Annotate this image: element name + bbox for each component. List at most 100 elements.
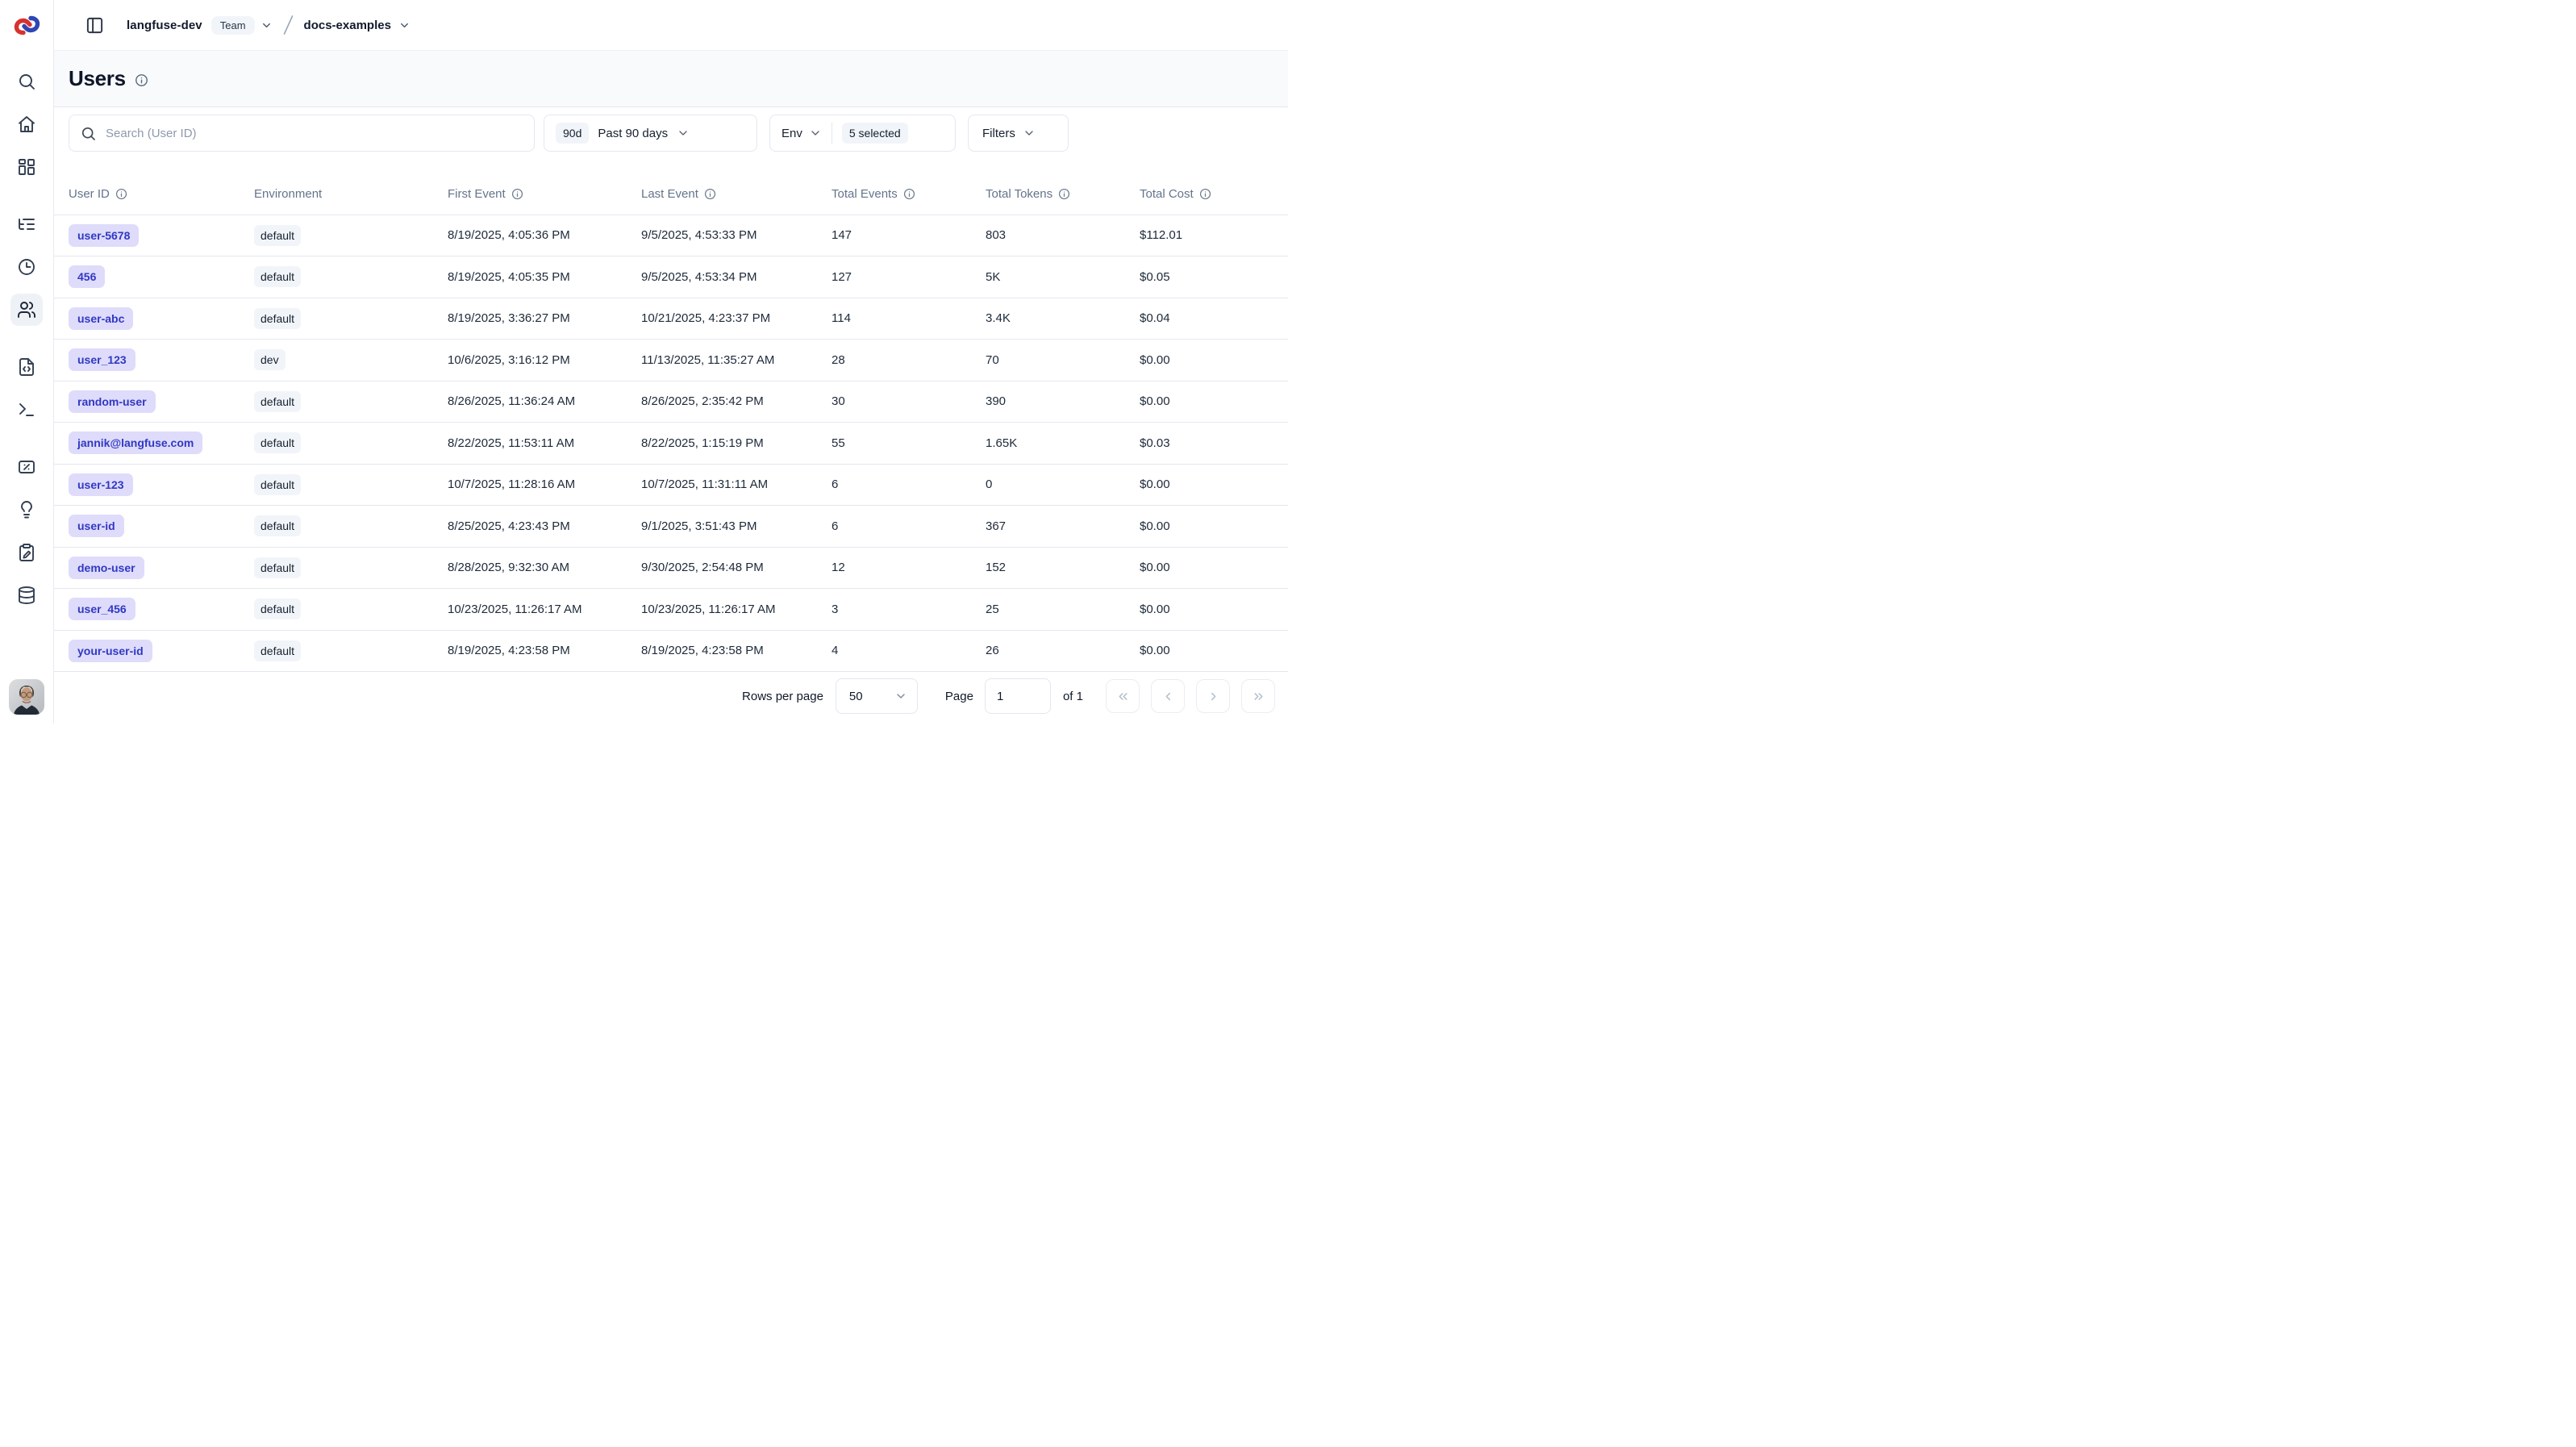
total-cost-cell: $0.00 xyxy=(1140,353,1170,367)
page-title-info-icon[interactable] xyxy=(135,73,148,87)
last-event-cell: 8/19/2025, 4:23:58 PM xyxy=(641,644,764,657)
sidebar-item-dashboards[interactable] xyxy=(10,151,43,183)
first-event-cell: 8/19/2025, 3:36:27 PM xyxy=(448,311,570,325)
environment-selected-badge: 5 selected xyxy=(842,123,908,144)
sidebar-item-users[interactable] xyxy=(10,294,43,326)
pagination-controls xyxy=(1106,679,1275,713)
total-pages-label: of 1 xyxy=(1063,690,1083,703)
environment-cell: default xyxy=(254,515,301,536)
column-header-user_id[interactable]: User ID xyxy=(54,173,254,215)
user-id-cell: random-user xyxy=(54,390,156,413)
user-id-badge[interactable]: user-123 xyxy=(69,473,133,496)
column-header-first_event[interactable]: First Event xyxy=(448,173,641,215)
user-id-cell: jannik@langfuse.com xyxy=(54,432,202,454)
user-id-badge[interactable]: 456 xyxy=(69,265,105,288)
info-icon[interactable] xyxy=(1199,188,1211,200)
filters-label: Filters xyxy=(982,127,1015,140)
environment-cell: default xyxy=(254,391,301,412)
user-id-badge[interactable]: your-user-id xyxy=(69,640,152,662)
user-id-badge[interactable]: user_123 xyxy=(69,348,135,371)
first-event-cell: 10/6/2025, 3:16:12 PM xyxy=(448,353,570,367)
user-id-badge[interactable]: jannik@langfuse.com xyxy=(69,432,202,454)
total-tokens-cell: 0 xyxy=(986,477,992,491)
user-id-cell: demo-user xyxy=(54,557,144,579)
table-row: jannik@langfuse.comdefault8/22/2025, 11:… xyxy=(54,423,1288,465)
playground-icon xyxy=(17,400,36,419)
environment-badge: default xyxy=(254,225,301,246)
search-input[interactable] xyxy=(106,127,523,140)
last-event-cell: 10/7/2025, 11:31:11 AM xyxy=(641,477,768,491)
total-cost-cell: $0.00 xyxy=(1140,561,1170,574)
column-header-last_event[interactable]: Last Event xyxy=(641,173,832,215)
total-events-cell: 12 xyxy=(832,561,845,574)
last-event-cell: 8/26/2025, 2:35:42 PM xyxy=(641,394,764,408)
previous-page-button[interactable] xyxy=(1151,679,1185,713)
sidebar-item-evaluation[interactable] xyxy=(10,494,43,526)
first-event-cell: 8/28/2025, 9:32:30 AM xyxy=(448,561,569,574)
sidebar-item-playground[interactable] xyxy=(10,394,43,426)
date-range-button[interactable]: 90d Past 90 days xyxy=(544,115,757,152)
chevron-down-icon xyxy=(894,690,907,703)
table-row: user_456default10/23/2025, 11:26:17 AM10… xyxy=(54,589,1288,631)
total-tokens-cell: 5K xyxy=(986,270,1000,284)
info-icon[interactable] xyxy=(1058,188,1070,200)
info-icon[interactable] xyxy=(704,188,716,200)
column-header-total_cost[interactable]: Total Cost xyxy=(1140,173,1288,215)
sidebar-item-annotation[interactable] xyxy=(10,536,43,569)
total-cost-cell: $0.00 xyxy=(1140,519,1170,533)
environment-filter-button[interactable]: Env 5 selected xyxy=(769,115,956,152)
environment-badge: dev xyxy=(254,349,286,370)
column-label: Last Event xyxy=(641,187,698,201)
column-header-total_tokens[interactable]: Total Tokens xyxy=(986,173,1140,215)
environment-badge: default xyxy=(254,557,301,578)
total-events-cell: 147 xyxy=(832,228,852,242)
page-input[interactable] xyxy=(985,678,1051,714)
user-id-badge[interactable]: demo-user xyxy=(69,557,144,579)
sidebar-item-prompts[interactable] xyxy=(10,351,43,383)
info-icon[interactable] xyxy=(903,188,915,200)
project-switcher-button[interactable]: docs-examples xyxy=(304,19,411,32)
first-event-cell: 8/25/2025, 4:23:43 PM xyxy=(448,519,570,533)
environment-cell: default xyxy=(254,640,301,661)
search-icon xyxy=(81,126,96,141)
filters-button[interactable]: Filters xyxy=(968,115,1069,152)
last-event-cell: 9/1/2025, 3:51:43 PM xyxy=(641,519,757,533)
sidebar-toggle-button[interactable] xyxy=(82,13,107,38)
sidebar-group xyxy=(10,208,43,326)
first-page-button[interactable] xyxy=(1106,679,1140,713)
org-name: langfuse-dev xyxy=(127,19,202,32)
total-cost-cell: $0.05 xyxy=(1140,270,1170,284)
rows-per-page-label: Rows per page xyxy=(742,690,823,703)
environment-badge: default xyxy=(254,515,301,536)
total-cost-cell: $0.03 xyxy=(1140,436,1170,450)
rows-per-page-select[interactable]: 50 xyxy=(836,678,918,714)
user-id-badge[interactable]: user_456 xyxy=(69,598,135,620)
column-header-environment[interactable]: Environment xyxy=(254,173,448,215)
sidebar-item-datasets[interactable] xyxy=(10,579,43,611)
table-row: user-123default10/7/2025, 11:28:16 AM10/… xyxy=(54,464,1288,506)
user-id-badge[interactable]: user-id xyxy=(69,515,124,537)
sidebar-item-home[interactable] xyxy=(10,108,43,140)
next-page-button[interactable] xyxy=(1196,679,1230,713)
sidebar-item-sessions[interactable] xyxy=(10,251,43,283)
table-row: user-abcdefault8/19/2025, 3:36:27 PM10/2… xyxy=(54,298,1288,340)
total-events-cell: 28 xyxy=(832,353,845,367)
chevron-left-icon xyxy=(1161,690,1175,703)
sidebar-item-scores[interactable] xyxy=(10,451,43,483)
chevrons-right-icon xyxy=(1252,690,1265,703)
total-tokens-cell: 1.65K xyxy=(986,436,1017,450)
user-id-badge[interactable]: user-5678 xyxy=(69,224,139,247)
user-id-badge[interactable]: user-abc xyxy=(69,307,133,330)
sidebar-item-search[interactable] xyxy=(10,65,43,98)
user-id-badge[interactable]: random-user xyxy=(69,390,156,413)
info-icon[interactable] xyxy=(115,188,127,200)
environment-filter-label: Env xyxy=(782,127,802,140)
table-footer: Rows per page 50 Page of 1 xyxy=(54,672,1288,724)
org-switcher-button[interactable] xyxy=(261,19,273,31)
avatar[interactable] xyxy=(9,679,44,715)
column-header-total_events[interactable]: Total Events xyxy=(832,173,986,215)
last-page-button[interactable] xyxy=(1241,679,1275,713)
info-icon[interactable] xyxy=(511,188,523,200)
top-header: langfuse-dev Team docs-examples xyxy=(54,0,1288,51)
sidebar-item-tracing[interactable] xyxy=(10,208,43,240)
